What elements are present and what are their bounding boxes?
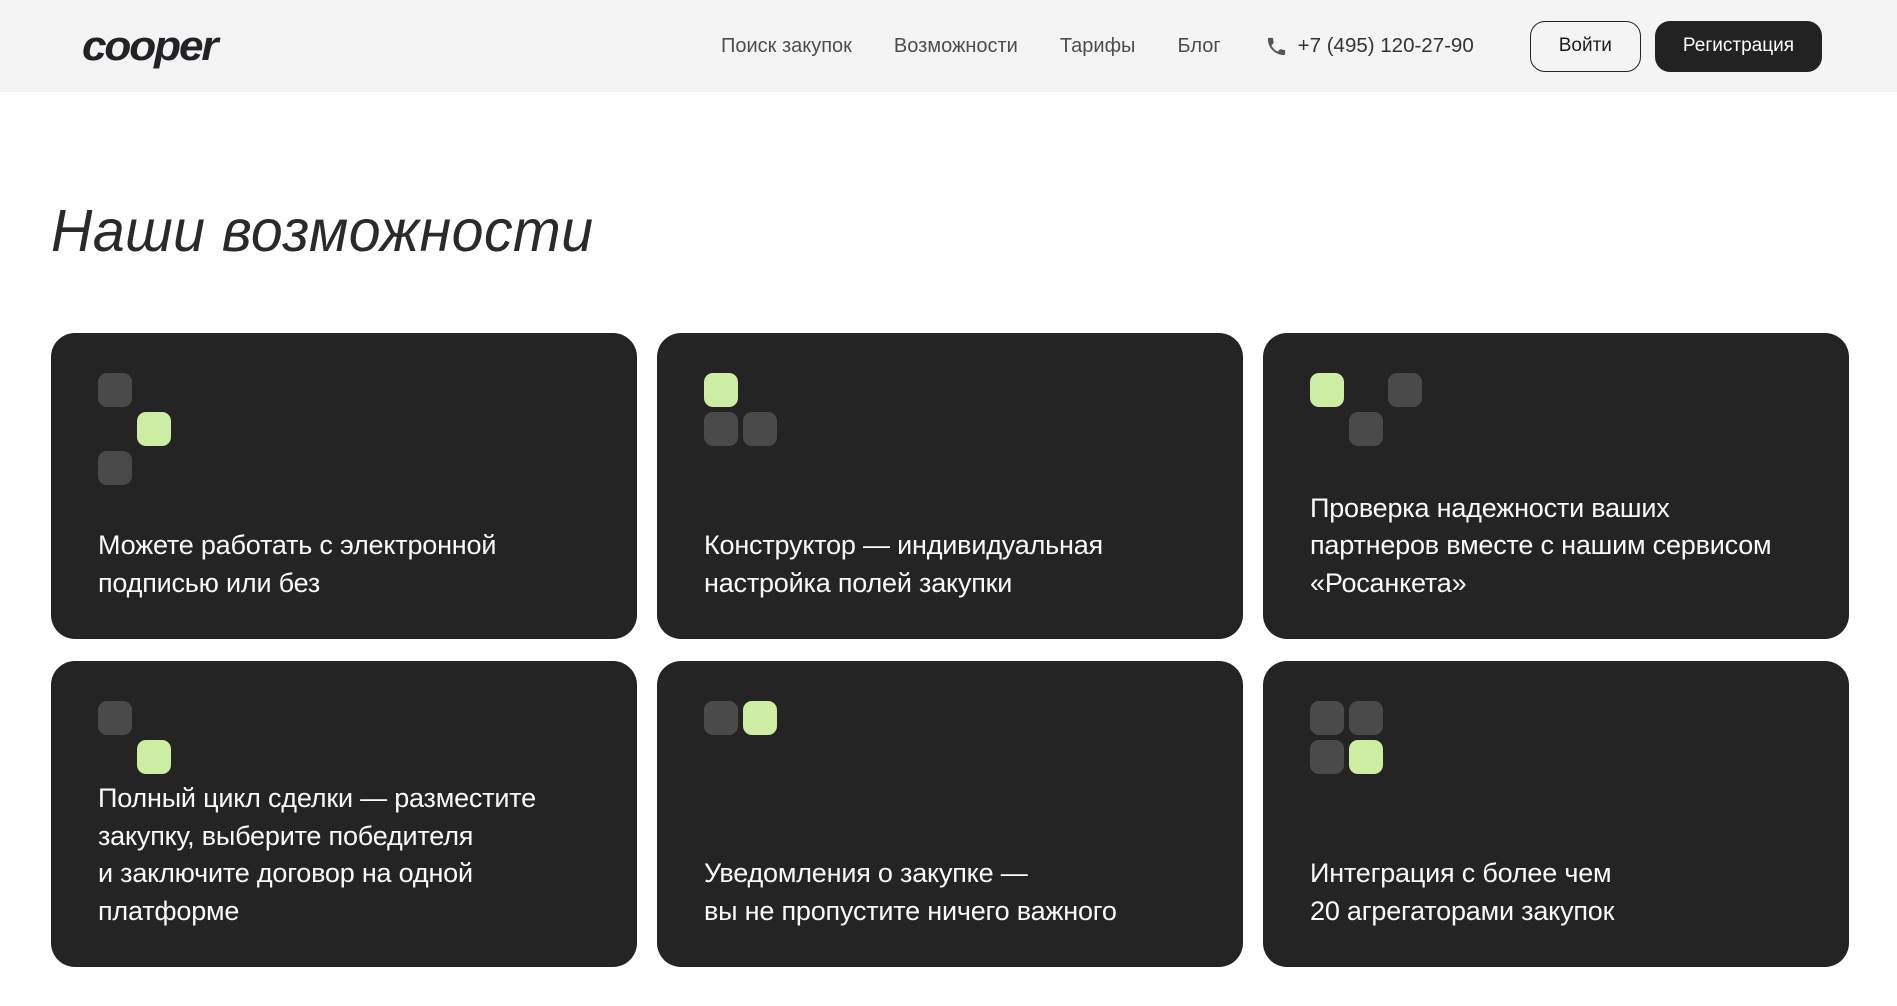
green-pixel-square [743,701,777,735]
nav-item-features[interactable]: Возможности [894,35,1018,58]
green-pixel-square [137,740,171,774]
feature-card-partner-check: Проверка надежности ваших партнеров вмес… [1263,333,1849,639]
gray-pixel-square [704,412,738,446]
header: cooper Поиск закупок Возможности Тарифы … [0,0,1897,92]
gray-pixel-square [743,412,777,446]
gray-pixel-square [1388,373,1422,407]
gray-pixel-square [98,373,132,407]
gray-pixel-square [98,701,132,735]
feature-card-integration: Интеграция с более чем 20 агрегаторами з… [1263,661,1849,967]
green-pixel-square [1310,373,1344,407]
pixel-art-icon [704,373,1197,446]
main-nav: Поиск закупок Возможности Тарифы Блог [721,35,1221,58]
gray-pixel-square [98,451,132,485]
green-pixel-square [1349,740,1383,774]
gray-pixel-square [1310,740,1344,774]
green-pixel-square [137,412,171,446]
feature-card-text: Полный цикл сделки — разместите закупку,… [98,780,591,931]
auth-buttons: Войти Регистрация [1530,21,1822,72]
login-button[interactable]: Войти [1530,21,1641,72]
feature-card-text: Можете работать с электронной подписью и… [98,527,591,603]
feature-card-text: Интеграция с более чем 20 агрегаторами з… [1310,855,1803,931]
page-title: Наши возможности [51,202,1842,261]
phone-icon [1265,35,1288,58]
pixel-art-icon [98,373,591,485]
nav-item-procurement-search[interactable]: Поиск закупок [721,35,852,58]
gray-pixel-square [1349,701,1383,735]
nav-item-tariffs[interactable]: Тарифы [1060,35,1136,58]
register-button[interactable]: Регистрация [1655,21,1822,72]
feature-card-full-cycle: Полный цикл сделки — разместите закупку,… [51,661,637,967]
feature-card-esignature: Можете работать с электронной подписью и… [51,333,637,639]
feature-card-notifications: Уведомления о закупке — вы не пропустите… [657,661,1243,967]
gray-pixel-square [704,701,738,735]
feature-card-text: Уведомления о закупке — вы не пропустите… [704,855,1197,931]
nav-item-blog[interactable]: Блог [1177,35,1220,58]
green-pixel-square [704,373,738,407]
pixel-art-icon [1310,373,1803,446]
features-section: Наши возможности Можете работать с элект… [0,202,1897,967]
pixel-art-icon [704,701,1197,735]
phone-link[interactable]: +7 (495) 120-27-90 [1265,34,1474,58]
feature-card-text: Конструктор — индивидуальная настройка п… [704,527,1197,603]
features-grid: Можете работать с электронной подписью и… [51,333,1849,967]
gray-pixel-square [1349,412,1383,446]
feature-card-constructor: Конструктор — индивидуальная настройка п… [657,333,1243,639]
logo[interactable]: cooper [82,22,216,70]
phone-number: +7 (495) 120-27-90 [1298,34,1474,58]
pixel-art-icon [98,701,591,774]
gray-pixel-square [1310,701,1344,735]
pixel-art-icon [1310,701,1803,774]
feature-card-text: Проверка надежности ваших партнеров вмес… [1310,490,1803,603]
